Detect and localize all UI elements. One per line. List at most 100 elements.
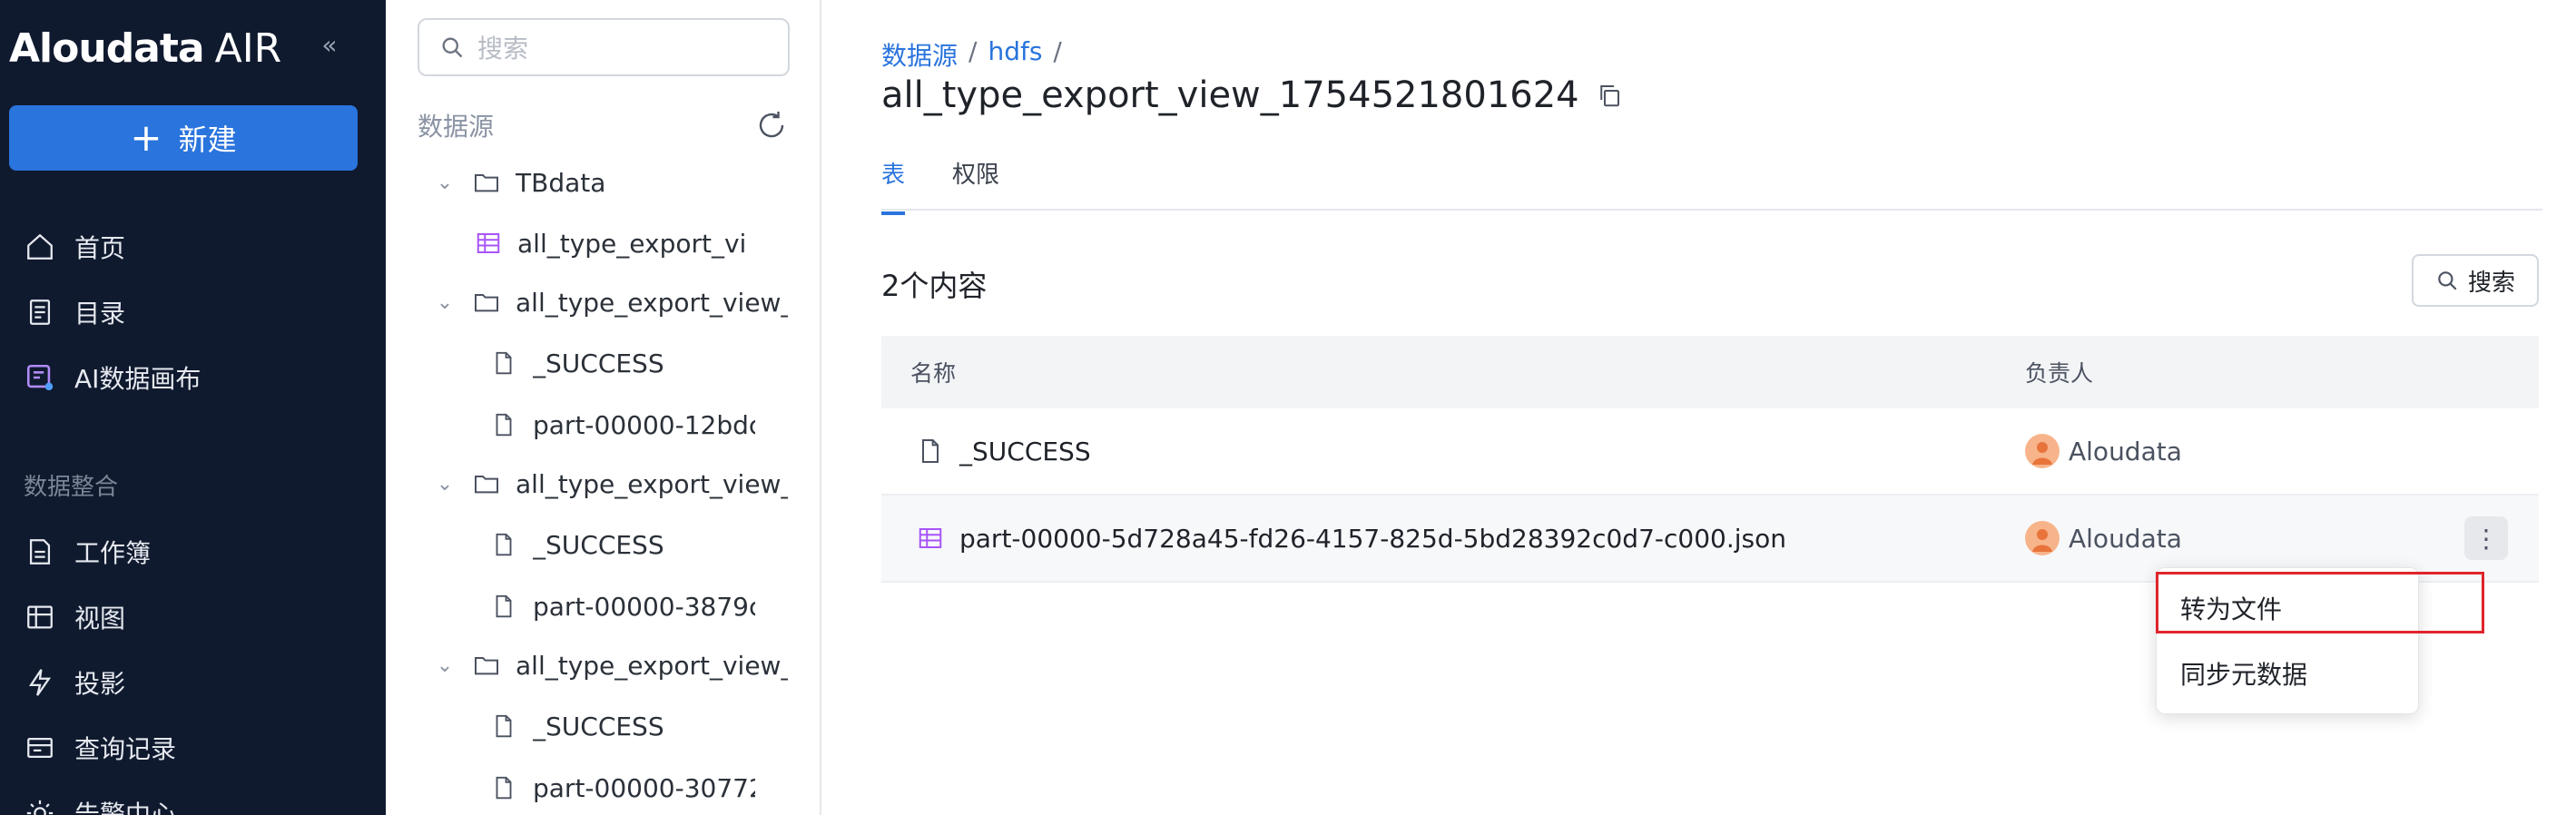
projection-icon	[22, 664, 58, 701]
file-icon	[914, 435, 947, 467]
folder-icon	[470, 649, 503, 682]
view-icon	[22, 599, 58, 635]
row-name-text: _SUCCESS	[959, 436, 1091, 466]
file-icon	[487, 771, 520, 804]
page-title: all_type_export_view_1754521801624	[881, 74, 1623, 116]
nav-item-view[interactable]: 视图	[22, 594, 125, 641]
search-button-label: 搜索	[2467, 269, 2515, 297]
breadcrumb-separator: /	[968, 36, 978, 66]
search-icon	[439, 34, 465, 60]
tree-row[interactable]: ⌄ all_type_export_view_1	[434, 280, 806, 325]
tree-row-label: all_type_export_view_1	[516, 287, 788, 318]
chevron-down-icon[interactable]: ⌄	[434, 291, 456, 314]
table-header: 名称 负责人	[881, 336, 2539, 408]
tree-row[interactable]: part-00000-12bdc	[487, 402, 810, 447]
nav-item-label: 视图	[74, 604, 126, 633]
alert-icon	[22, 795, 58, 815]
new-button-label: 新建	[178, 123, 237, 157]
file-icon	[487, 528, 520, 561]
tree-row-label: part-00000-3879c	[533, 591, 755, 622]
row-owner: Aloudata	[2025, 434, 2182, 468]
datasource-tree-panel: 搜索 数据源 ⌄ TBdata all_type_export_view ⌄ a…	[386, 0, 821, 815]
nav-item-catalog[interactable]: 目录	[22, 289, 125, 336]
menu-item-sync-metadata[interactable]: 同步元数据	[2180, 655, 2307, 692]
column-header-owner: 负责人	[2025, 360, 2094, 387]
chevron-down-icon[interactable]: ⌄	[434, 654, 456, 677]
left-navigation: Aloudata AIR « + 新建 首页 目录 AI数据画布 数据整合 工作…	[0, 0, 386, 815]
tree-row[interactable]: _SUCCESS	[487, 522, 664, 567]
row-name[interactable]: part-00000-5d728a45-fd26-4157-825d-5bd28…	[914, 522, 1786, 555]
tree-row-label: part-00000-30772	[533, 772, 755, 803]
tab-divider	[881, 209, 2542, 211]
plus-icon: +	[130, 115, 162, 160]
nav-item-home[interactable]: 首页	[22, 223, 125, 270]
highlight-box	[2156, 572, 2484, 633]
nav-item-workbook[interactable]: 工作簿	[22, 528, 151, 575]
nav-item-label: 告警中心	[74, 800, 177, 815]
nav-item-alert[interactable]: 告警中心	[22, 790, 176, 815]
tree-row[interactable]: ⌄ all_type_export_view_1	[434, 461, 806, 506]
nav-item-label: 目录	[74, 299, 126, 329]
tab-bar: 表 权限	[881, 156, 999, 215]
nav-item-query-history[interactable]: 查询记录	[22, 724, 176, 771]
file-icon	[487, 590, 520, 623]
file-icon	[487, 347, 520, 379]
page-title-text: all_type_export_view_1754521801624	[881, 74, 1579, 116]
table-icon	[472, 227, 505, 260]
search-icon	[2435, 269, 2459, 292]
refresh-icon[interactable]	[753, 107, 790, 143]
tree-row-label: all_type_export_view	[517, 228, 744, 259]
breadcrumb: 数据源 / hdfs /	[881, 36, 1062, 73]
search-button[interactable]: 搜索	[2412, 254, 2539, 307]
breadcrumb-separator: /	[1053, 36, 1062, 66]
row-owner-text: Aloudata	[2069, 523, 2182, 554]
ai-canvas-icon	[22, 359, 58, 396]
row-owner: Aloudata	[2025, 521, 2182, 555]
tree-row[interactable]: _SUCCESS	[487, 703, 664, 749]
tree-row[interactable]: part-00000-3879c	[487, 584, 810, 629]
breadcrumb-datasource[interactable]: 数据源	[881, 36, 958, 73]
tree-row-label: all_type_export_view_1	[516, 468, 788, 499]
nav-item-label: AI数据画布	[74, 364, 202, 394]
folder-icon	[470, 166, 503, 199]
tab-table[interactable]: 表	[881, 156, 906, 215]
collapse-sidebar-icon[interactable]: «	[313, 29, 346, 62]
tree-row[interactable]: part-00000-30772	[487, 765, 810, 810]
folder-icon	[470, 467, 503, 500]
nav-item-label: 工作簿	[74, 538, 152, 568]
workbook-icon	[22, 534, 58, 570]
copy-icon[interactable]	[1596, 82, 1623, 109]
table-row[interactable]: _SUCCESS Aloudata	[881, 408, 2539, 496]
logo-text: Aloudata	[9, 25, 205, 72]
new-button[interactable]: + 新建	[9, 105, 358, 171]
home-icon	[22, 229, 58, 265]
tree-row[interactable]: _SUCCESS	[487, 340, 664, 386]
chevron-down-icon[interactable]: ⌄	[434, 473, 456, 496]
row-name[interactable]: _SUCCESS	[914, 435, 1091, 467]
chevron-down-icon[interactable]: ⌄	[434, 172, 456, 194]
avatar	[2025, 434, 2060, 468]
tree-header: 数据源	[418, 112, 495, 142]
nav-item-projection[interactable]: 投影	[22, 659, 125, 706]
tree-row[interactable]: ⌄ all_type_export_view_1	[434, 643, 806, 688]
tree-row[interactable]: all_type_export_view	[472, 221, 808, 266]
tree-row[interactable]: ⌄ TBdata	[434, 160, 606, 205]
tree-row-label: _SUCCESS	[533, 348, 664, 378]
nav-item-label: 首页	[74, 233, 126, 263]
content-table: 名称 负责人 _SUCCESS Aloudata part-00000-5d72…	[881, 336, 2539, 583]
tree-row-label: TBdata	[516, 167, 606, 198]
nav-item-ai-canvas[interactable]: AI数据画布	[22, 354, 201, 401]
logo-suffix: AIR	[214, 25, 282, 72]
tree-row-label: all_type_export_view_1	[516, 650, 788, 681]
tree-row-label: _SUCCESS	[533, 711, 664, 741]
more-actions-icon[interactable]: ⋮	[2464, 516, 2508, 560]
tab-permissions[interactable]: 权限	[952, 156, 999, 215]
nav-section-label: 数据整合	[24, 474, 119, 501]
tree-search-input[interactable]: 搜索	[418, 18, 790, 76]
tree-row-label: part-00000-12bdc	[533, 409, 755, 440]
row-name-text: part-00000-5d728a45-fd26-4157-825d-5bd28…	[959, 523, 1786, 554]
app-logo[interactable]: Aloudata AIR	[9, 25, 282, 72]
breadcrumb-hdfs[interactable]: hdfs	[988, 36, 1042, 73]
main-content: 数据源 / hdfs / all_type_export_view_175452…	[821, 0, 2576, 815]
query-history-icon	[22, 730, 58, 766]
